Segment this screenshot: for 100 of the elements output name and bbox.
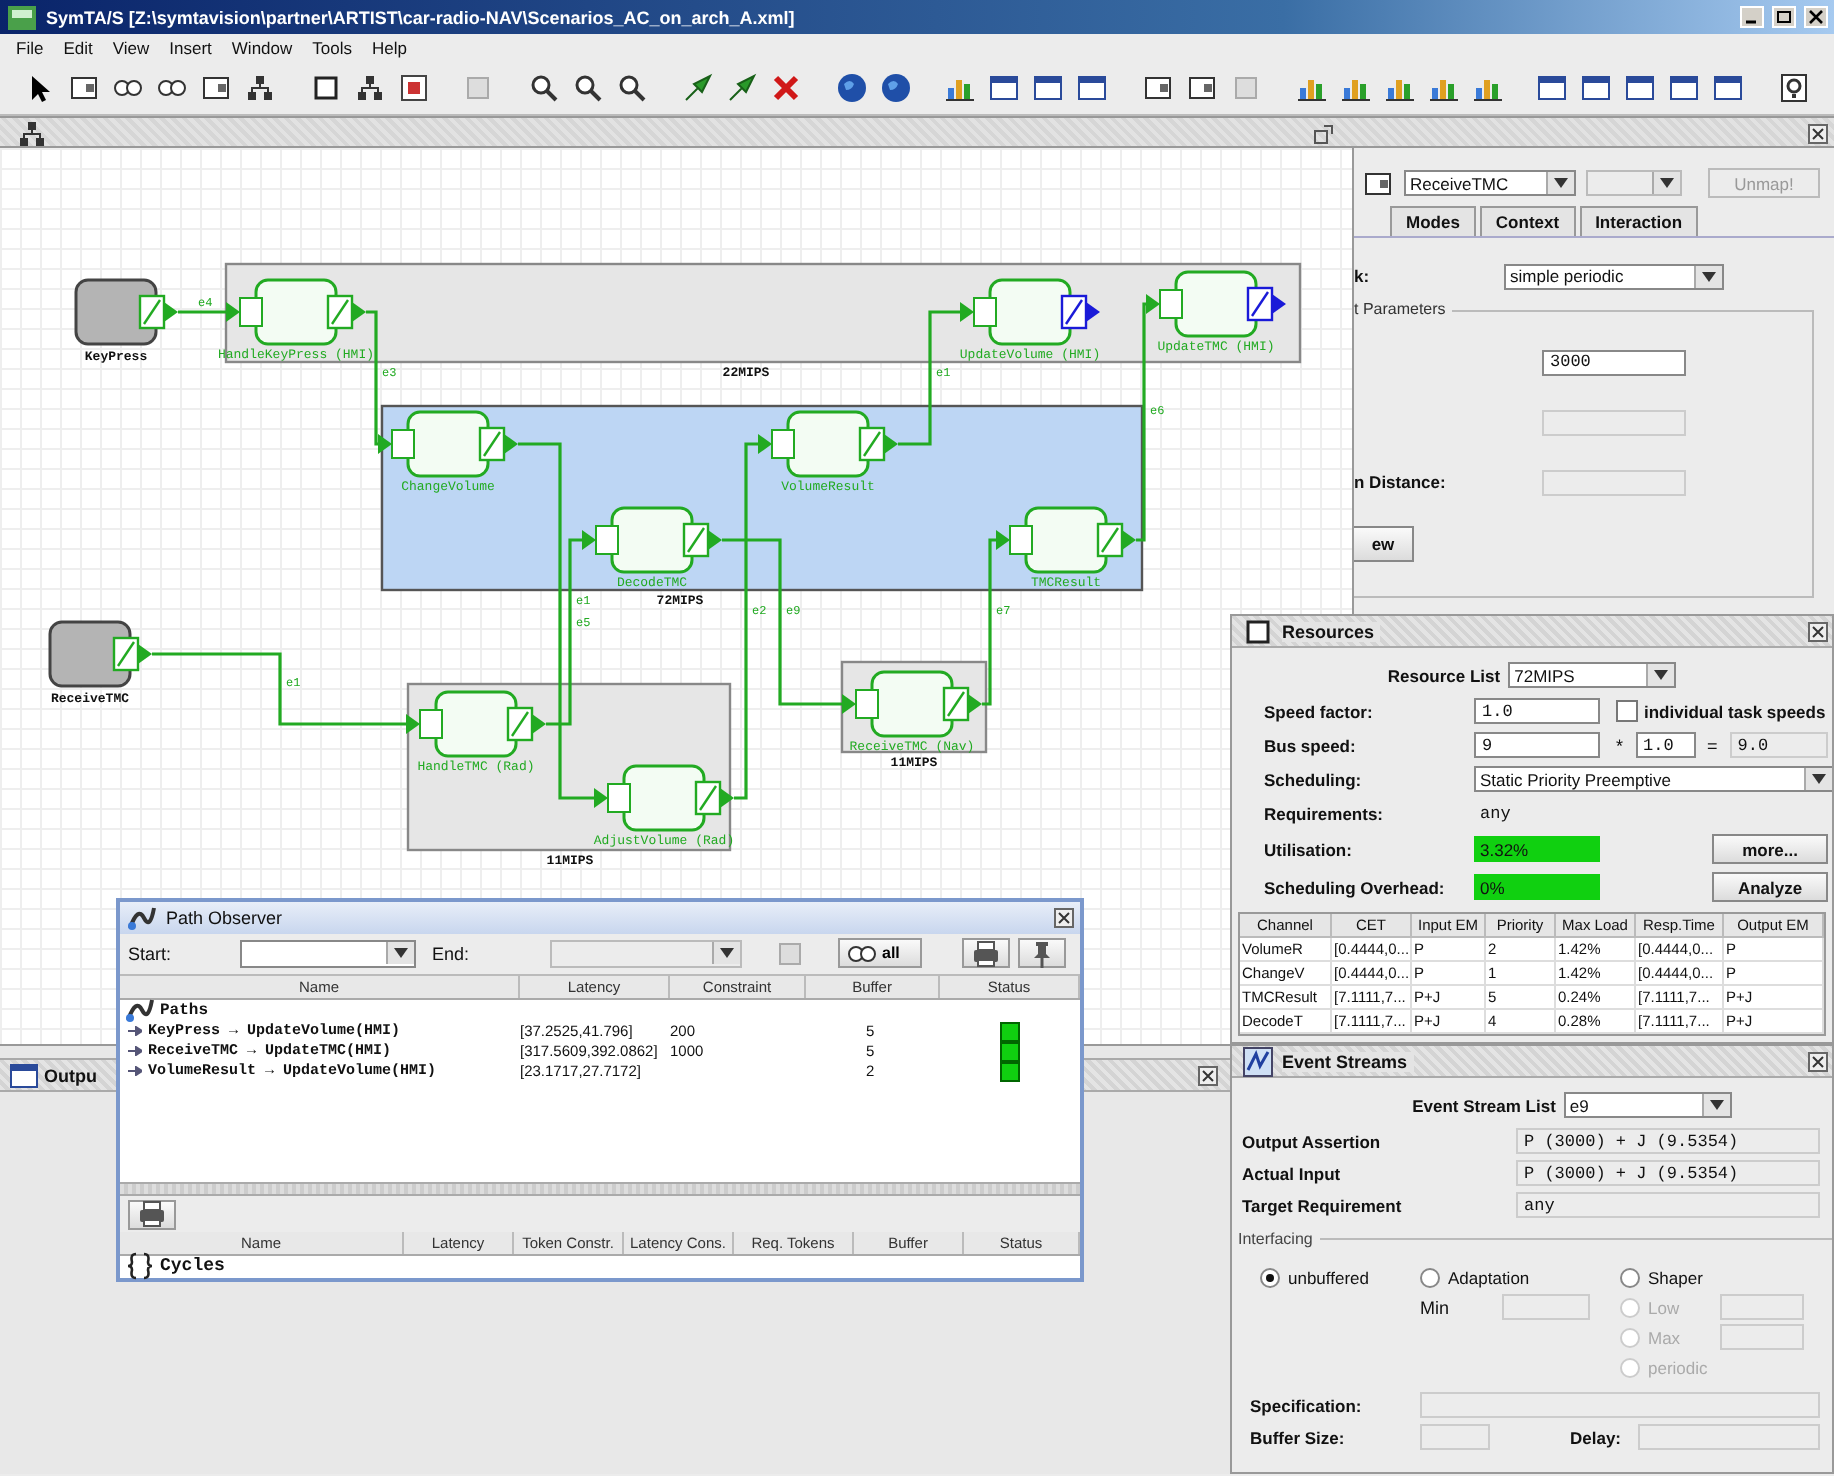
- close-icon[interactable]: [1808, 621, 1828, 641]
- cross-icon[interactable]: [769, 72, 802, 104]
- tab[interactable]: Context: [1479, 206, 1576, 236]
- field-label: Requirements:: [1264, 803, 1386, 823]
- task-node[interactable]: [960, 278, 1100, 346]
- input-field[interactable]: [1501, 1294, 1590, 1320]
- globe-icon[interactable]: [879, 72, 912, 104]
- menu-item[interactable]: File: [16, 36, 44, 60]
- box-icon[interactable]: [68, 72, 100, 104]
- group-title: Interfacing: [1238, 1230, 1313, 1248]
- resource-dropdown[interactable]: 72MIPS: [1508, 662, 1677, 688]
- bus-speed-field[interactable]: 9: [1474, 732, 1600, 758]
- radio-button[interactable]: [1620, 1267, 1640, 1287]
- tree-icon[interactable]: [244, 72, 276, 104]
- model-dropdown[interactable]: simple periodic: [1504, 263, 1724, 289]
- menu-item[interactable]: Window: [231, 36, 293, 60]
- distance-field[interactable]: [1542, 469, 1686, 495]
- minimize-icon[interactable]: [1740, 6, 1764, 28]
- window-title: SymTA/S [Z:\symtavision\partner\ARTIST\car-radio-NAV\Scenarios_AC_on_arch_A.xml]: [46, 7, 795, 27]
- window-icon[interactable]: [1580, 72, 1613, 104]
- square-icon[interactable]: [309, 72, 342, 104]
- close-icon[interactable]: [1054, 908, 1074, 928]
- task-node[interactable]: [1146, 270, 1286, 338]
- task-node[interactable]: [758, 410, 898, 478]
- task-dropdown[interactable]: ReceiveTMC: [1404, 170, 1576, 196]
- radio-button[interactable]: [1420, 1267, 1440, 1287]
- maximize-icon[interactable]: [1314, 124, 1334, 144]
- expand-toggle-icon[interactable]: [128, 1066, 142, 1077]
- source-node[interactable]: [74, 278, 178, 346]
- all-paths-button[interactable]: all: [838, 938, 922, 969]
- task-node[interactable]: [378, 410, 518, 478]
- print-icon: [970, 937, 1002, 970]
- task-node[interactable]: [996, 506, 1136, 574]
- window-icon[interactable]: [1076, 72, 1109, 104]
- tree-node[interactable]: Cycles: [160, 1256, 225, 1277]
- box-icon[interactable]: [200, 72, 232, 104]
- zoom-icon[interactable]: [616, 72, 649, 104]
- box-icon[interactable]: [1185, 72, 1218, 104]
- scheduling-dropdown[interactable]: Static Priority Preemptive: [1474, 766, 1832, 792]
- specification-field[interactable]: [1420, 1392, 1820, 1418]
- radio-button[interactable]: [1260, 1267, 1280, 1287]
- analyze-button[interactable]: Analyze: [1712, 872, 1828, 902]
- start-dropdown[interactable]: [240, 939, 416, 968]
- window-icon[interactable]: [1032, 72, 1065, 104]
- close-icon[interactable]: [1808, 1051, 1828, 1071]
- factor-field[interactable]: 1.0: [1635, 732, 1696, 758]
- window-icon[interactable]: [1712, 72, 1745, 104]
- field-label: Resource List: [1387, 665, 1501, 685]
- menu-item[interactable]: View: [112, 36, 150, 60]
- expand-toggle-icon[interactable]: [128, 1026, 142, 1037]
- caret-icon: [720, 948, 734, 959]
- globe-icon[interactable]: [835, 72, 868, 104]
- caret-icon: [1554, 178, 1568, 188]
- task-node[interactable]: [406, 690, 546, 758]
- view-button[interactable]: ew: [1354, 526, 1414, 562]
- frame-icon[interactable]: [1778, 72, 1811, 104]
- menu-item[interactable]: Tools: [312, 36, 352, 60]
- menu-item[interactable]: Insert: [169, 36, 212, 60]
- box-icon[interactable]: [1362, 167, 1394, 199]
- close-icon[interactable]: [1808, 124, 1828, 144]
- window-icon[interactable]: [988, 72, 1021, 104]
- arrow-icon[interactable]: [681, 72, 714, 104]
- close-icon[interactable]: [1198, 1065, 1218, 1085]
- task-node[interactable]: [594, 764, 734, 832]
- zoom-icon[interactable]: [572, 72, 605, 104]
- task-node[interactable]: [226, 278, 366, 346]
- stop-icon[interactable]: [397, 72, 430, 104]
- stream-dropdown[interactable]: e9: [1563, 1092, 1732, 1118]
- zoom-icon[interactable]: [528, 72, 561, 104]
- task-speeds-checkbox[interactable]: individual task speeds: [1616, 700, 1826, 722]
- caret-icon: [1702, 271, 1716, 281]
- arrow-icon[interactable]: [725, 72, 758, 104]
- expand-toggle-icon[interactable]: [128, 1046, 142, 1057]
- option-label[interactable]: Adaptation: [1448, 1267, 1530, 1287]
- more-button[interactable]: more...: [1712, 834, 1828, 864]
- task-node[interactable]: [842, 670, 982, 738]
- input-field[interactable]: [1542, 409, 1686, 435]
- tree-node[interactable]: Paths: [160, 1001, 209, 1020]
- option-label[interactable]: Shaper: [1648, 1267, 1703, 1287]
- box-icon[interactable]: [1141, 72, 1174, 104]
- source-node[interactable]: [48, 620, 152, 688]
- window-icon[interactable]: [1536, 72, 1569, 104]
- tab[interactable]: Interaction: [1579, 206, 1699, 236]
- option-label[interactable]: unbuffered: [1288, 1267, 1369, 1287]
- tree-icon[interactable]: [353, 72, 386, 104]
- menu-item[interactable]: Edit: [63, 36, 93, 60]
- tab[interactable]: Modes: [1390, 206, 1476, 236]
- input-field[interactable]: [1720, 1324, 1804, 1350]
- menu-item[interactable]: Help: [371, 36, 407, 60]
- window-icon[interactable]: [1668, 72, 1701, 104]
- delay-field[interactable]: [1637, 1424, 1820, 1450]
- window-icon[interactable]: [1624, 72, 1657, 104]
- buffer-field[interactable]: [1420, 1424, 1490, 1450]
- restore-icon[interactable]: [1772, 6, 1796, 28]
- dropdown[interactable]: [1586, 170, 1682, 196]
- task-node[interactable]: [582, 506, 722, 574]
- tree-icon[interactable]: [16, 118, 48, 150]
- speed-field[interactable]: 1.0: [1474, 698, 1600, 724]
- input-field[interactable]: [1720, 1294, 1804, 1320]
- period-field[interactable]: 3000: [1542, 349, 1686, 375]
